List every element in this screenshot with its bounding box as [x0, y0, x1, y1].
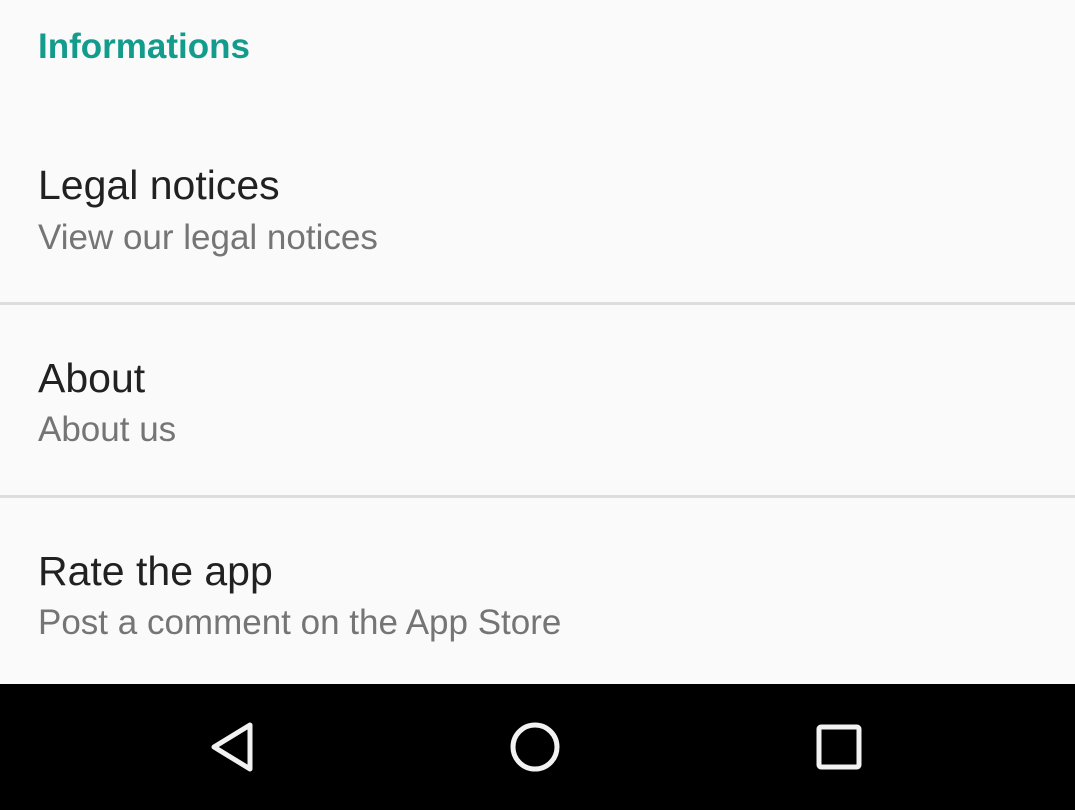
- settings-list: Informations Legal notices View our lega…: [0, 0, 1075, 684]
- home-button[interactable]: [475, 684, 595, 810]
- pref-item-title: About: [38, 355, 146, 401]
- system-navigation-bar: [0, 684, 1075, 810]
- section-header-informations: Informations: [38, 27, 250, 66]
- pref-item-title: Rate the app: [38, 548, 273, 594]
- pref-item-rate-the-app[interactable]: Rate the app Post a comment on the App S…: [0, 498, 1075, 684]
- pref-item-about[interactable]: About About us: [0, 305, 1075, 497]
- recents-button[interactable]: [779, 684, 899, 810]
- pref-item-title: Legal notices: [38, 162, 280, 208]
- settings-screen: Informations Legal notices View our lega…: [0, 0, 1075, 810]
- back-button[interactable]: [172, 684, 292, 810]
- pref-item-summary: View our legal notices: [38, 218, 378, 257]
- pref-item-legal-notices[interactable]: Legal notices View our legal notices: [0, 113, 1075, 305]
- back-icon: [207, 720, 257, 774]
- pref-item-summary: Post a comment on the App Store: [38, 603, 562, 642]
- pref-item-summary: About us: [38, 410, 177, 449]
- home-icon: [508, 720, 562, 774]
- recents-icon: [815, 723, 863, 771]
